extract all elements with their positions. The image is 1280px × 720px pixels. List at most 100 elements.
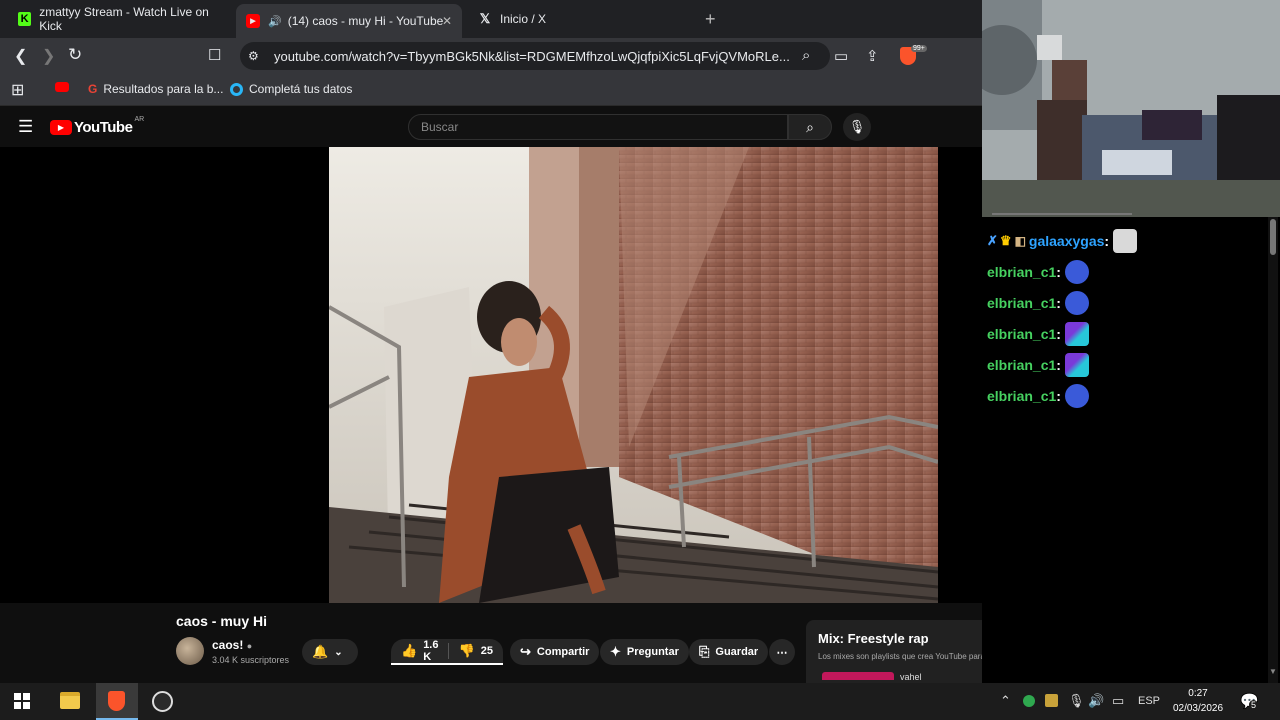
chat-username[interactable]: elbrian_c1 bbox=[987, 264, 1056, 280]
blue-blob-emote-icon bbox=[1064, 291, 1089, 315]
search-button[interactable]: ⌕ bbox=[788, 114, 832, 140]
chat-username[interactable]: elbrian_c1 bbox=[987, 388, 1056, 404]
tab-kick[interactable]: K zmattyy Stream - Watch Live on Kick bbox=[8, 5, 234, 33]
mix-next-thumbnail[interactable] bbox=[822, 672, 894, 680]
dislike-button[interactable]: 👎 25 bbox=[459, 643, 493, 659]
youtube-logo[interactable]: ▶ YouTube AR bbox=[50, 116, 145, 136]
mix-next-item[interactable]: vahel bbox=[900, 672, 922, 682]
x-logo-icon: 𝕏 bbox=[479, 11, 491, 26]
action-center-button[interactable]: 💬 5 bbox=[1240, 692, 1259, 711]
clock-date: 02/03/2026 bbox=[1172, 703, 1224, 714]
channel-name[interactable]: caos! ● bbox=[212, 638, 252, 652]
clock-time: 0:27 bbox=[1188, 688, 1208, 699]
file-explorer-icon[interactable] bbox=[60, 692, 80, 709]
share-icon[interactable]: ⇪ bbox=[866, 47, 879, 65]
show-hidden-icons-button[interactable]: ⌃ bbox=[1000, 693, 1011, 709]
forward-button[interactable]: ❯ bbox=[42, 46, 55, 66]
google-icon: G bbox=[88, 82, 98, 96]
site-settings-icon[interactable]: ⚙ bbox=[248, 49, 259, 63]
search-icon: ⌕ bbox=[806, 118, 814, 135]
start-button[interactable] bbox=[14, 693, 30, 709]
status-green-icon[interactable] bbox=[1023, 695, 1035, 707]
url-text: youtube.com/watch?v=TbyymBGk5Nk&list=RDG… bbox=[274, 48, 790, 64]
more-actions-button[interactable]: ⋯ bbox=[769, 639, 795, 665]
bookmark-youtube[interactable] bbox=[55, 82, 69, 92]
browser-tab-bar: K zmattyy Stream - Watch Live on Kick ▶ … bbox=[0, 0, 982, 38]
stream-chat: ▼ ✗ ♛ ◧ galaaxygas: elbrian_c1: elbrian_… bbox=[982, 213, 1280, 683]
notifications-button[interactable]: 🔔 ⌄ bbox=[302, 639, 358, 665]
ask-button[interactable]: ✦ Preguntar bbox=[600, 639, 689, 665]
chat-username[interactable]: elbrian_c1 bbox=[987, 326, 1056, 342]
kick-icon: K bbox=[18, 12, 32, 26]
new-tab-button[interactable]: + bbox=[705, 9, 716, 30]
like-count: 1.6 K bbox=[423, 639, 439, 663]
voice-search-button[interactable]: 🎙 bbox=[843, 113, 871, 141]
bookmark-google-results[interactable]: G Resultados para la b... bbox=[88, 82, 223, 96]
like-button[interactable]: 👍 1.6 K bbox=[401, 639, 438, 663]
cast-icon[interactable]: ▭ bbox=[834, 47, 848, 65]
scroll-down-icon[interactable]: ▼ bbox=[1269, 667, 1277, 676]
save-button[interactable]: ⎘ Guardar bbox=[689, 639, 769, 665]
chat-username[interactable]: elbrian_c1 bbox=[987, 357, 1056, 373]
thumbs-down-icon: 👎 bbox=[458, 643, 475, 658]
chat-username[interactable]: elbrian_c1 bbox=[987, 295, 1056, 311]
dislike-count: 25 bbox=[480, 645, 493, 657]
chat-message: elbrian_c1: bbox=[987, 322, 1089, 346]
language-indicator[interactable]: ESP bbox=[1138, 695, 1160, 707]
sword-badge-icon: ✗ bbox=[987, 233, 998, 248]
close-tab-icon[interactable]: ✕ bbox=[442, 14, 452, 28]
player-container bbox=[0, 147, 982, 603]
bookmark-page-icon[interactable]: ☐ bbox=[208, 46, 221, 64]
pixel-emote-icon bbox=[1064, 353, 1089, 377]
chat-message: elbrian_c1: bbox=[987, 291, 1089, 315]
video-player[interactable] bbox=[329, 147, 938, 603]
subscriber-count: 3.04 K suscriptores bbox=[212, 655, 290, 665]
tab-x[interactable]: 𝕏 Inicio / X bbox=[468, 5, 694, 33]
windows-logo-icon bbox=[14, 702, 21, 709]
channel-avatar[interactable] bbox=[176, 637, 204, 665]
notification-count: 5 bbox=[1249, 700, 1259, 710]
scrollbar-thumb[interactable] bbox=[1270, 219, 1276, 255]
tab-youtube[interactable]: ▶ 🔊 (14) caos - muy Hi - YouTube ✕ bbox=[236, 4, 462, 38]
circle-logo-icon bbox=[230, 82, 243, 96]
windows-taskbar: ⌃ 🎙 🔊 ▭ ESP 0:27 02/03/2026 💬 5 bbox=[0, 683, 1280, 720]
chat-colon: : bbox=[1056, 295, 1061, 311]
tab-title: zmattyy Stream - Watch Live on Kick bbox=[39, 5, 209, 33]
volume-icon[interactable]: 🔊 bbox=[1088, 693, 1104, 709]
search-placeholder: Buscar bbox=[421, 120, 459, 134]
microphone-icon[interactable]: 🎙 bbox=[1068, 693, 1085, 709]
network-icon[interactable]: ▭ bbox=[1112, 693, 1124, 709]
thumbs-up-icon: 👍 bbox=[401, 643, 418, 658]
mix-title[interactable]: Mix: Freestyle rap bbox=[818, 631, 929, 646]
save-label: Guardar bbox=[715, 646, 759, 658]
webcam-image bbox=[982, 0, 1280, 217]
tray-app-icon[interactable] bbox=[1045, 694, 1058, 707]
clock[interactable]: 0:27 02/03/2026 bbox=[1168, 686, 1228, 716]
search-input[interactable]: Buscar bbox=[408, 114, 788, 140]
audio-playing-icon[interactable]: 🔊 bbox=[268, 15, 282, 28]
save-bookmark-icon: ⎘ bbox=[699, 644, 710, 659]
microphone-icon: 🎙 bbox=[848, 119, 866, 134]
back-button[interactable]: ❮ bbox=[14, 46, 27, 66]
youtube-header: ☰ ▶ YouTube AR Buscar ⌕ 🎙 bbox=[0, 107, 982, 147]
blue-blob-emote-icon bbox=[1064, 384, 1089, 408]
webcam-overlay bbox=[982, 0, 1280, 217]
brave-taskbar-button[interactable] bbox=[96, 683, 138, 720]
bookmarks-bar: ⊞ G Resultados para la b... Completá tus… bbox=[0, 74, 982, 106]
bookmark-complete-data[interactable]: Completá tus datos bbox=[230, 82, 352, 96]
chat-scrollbar[interactable]: ▼ bbox=[1268, 217, 1278, 683]
apps-grid-icon[interactable]: ⊞ bbox=[11, 80, 24, 100]
gift-badge-icon: ◧ bbox=[1014, 234, 1026, 248]
chat-message: ✗ ♛ ◧ galaaxygas: bbox=[987, 229, 1138, 253]
chat-colon: : bbox=[1056, 357, 1061, 373]
zoom-icon[interactable]: ⌕ bbox=[802, 47, 810, 64]
share-button[interactable]: ↪ Compartir bbox=[510, 639, 600, 665]
chat-username[interactable]: galaaxygas bbox=[1029, 233, 1105, 249]
obs-icon[interactable] bbox=[152, 691, 173, 712]
reload-button[interactable]: ↻ bbox=[68, 45, 82, 65]
region-code: AR bbox=[134, 116, 145, 123]
browser-toolbar: ❮ ❯ ↻ ☐ ⚙ youtube.com/watch?v=TbyymBGk5N… bbox=[0, 38, 982, 74]
bookmark-label: Resultados para la b... bbox=[103, 82, 224, 96]
address-bar[interactable]: ⚙ youtube.com/watch?v=TbyymBGk5Nk&list=R… bbox=[240, 42, 830, 70]
menu-icon[interactable]: ☰ bbox=[18, 117, 33, 137]
